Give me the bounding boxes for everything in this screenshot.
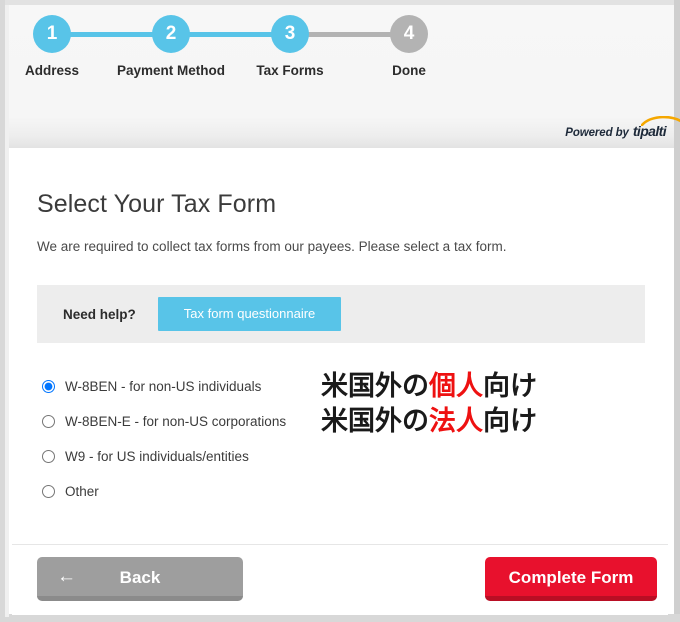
powered-by-text: Powered by <box>565 127 629 139</box>
tax-form-options-row: W-8BEN - for non-US individuals W-8BEN-E… <box>37 367 644 509</box>
step-circle-2: 2 <box>152 15 190 53</box>
step-item-address[interactable]: 1 Address <box>0 15 107 78</box>
complete-form-button[interactable]: Complete Form <box>485 557 657 601</box>
form-card-body: Select Your Tax Form We are required to … <box>12 148 668 544</box>
powered-by-tipalti-logo: Powered by tipalti <box>565 116 680 139</box>
option-w8bene[interactable]: W-8BEN-E - for non-US corporations <box>37 404 309 438</box>
window-border-right <box>674 0 680 622</box>
step-item-done[interactable]: 4 Done <box>354 15 464 78</box>
step-circle-4: 4 <box>390 15 428 53</box>
need-help-label: Need help? <box>63 306 136 322</box>
annotation-individuals: 米国外の個人向け <box>321 369 537 404</box>
back-arrow-icon: ← <box>57 566 76 587</box>
need-help-bar: Need help? Tax form questionnaire <box>37 285 645 343</box>
window-border-bottom <box>0 614 680 622</box>
tipalti-brand-text: tipalti <box>632 123 667 139</box>
option-w9[interactable]: W9 - for US individuals/entities <box>37 439 309 473</box>
annotation-individuals-highlight: 個人 <box>429 371 483 402</box>
tax-form-page: 1 Address 2 Payment Method 3 Tax Forms 4… <box>0 0 680 622</box>
radio-w8ben[interactable] <box>42 379 55 393</box>
tax-form-questionnaire-button[interactable]: Tax form questionnaire <box>157 297 342 331</box>
step-circle-3: 3 <box>271 15 309 53</box>
option-other[interactable]: Other <box>37 474 309 508</box>
form-footer: ← Back Complete Form <box>12 544 668 615</box>
step-label-3: Tax Forms <box>256 63 324 78</box>
japanese-annotations: 米国外の個人向け 米国外の法人向け <box>309 367 537 439</box>
option-label-w8ben[interactable]: W-8BEN - for non-US individuals <box>65 379 261 394</box>
progress-header: 1 Address 2 Payment Method 3 Tax Forms 4… <box>9 5 680 148</box>
annotation-corporations: 米国外の法人向け <box>321 404 537 439</box>
option-label-other[interactable]: Other <box>65 484 99 499</box>
radio-other[interactable] <box>42 484 55 498</box>
tax-form-option-list: W-8BEN - for non-US individuals W-8BEN-E… <box>37 367 309 509</box>
back-button[interactable]: ← Back <box>37 557 243 601</box>
step-label-4: Done <box>392 63 426 78</box>
step-circle-1: 1 <box>33 15 71 53</box>
page-title: Select Your Tax Form <box>37 190 277 218</box>
page-subtitle: We are required to collect tax forms fro… <box>37 239 507 254</box>
option-label-w9[interactable]: W9 - for US individuals/entities <box>65 449 249 464</box>
annotation-individuals-prefix: 米国外の <box>321 371 429 402</box>
annotation-corporations-suffix: 向け <box>483 406 537 437</box>
step-label-1: Address <box>24 63 80 78</box>
step-label-2: Payment Method <box>116 63 225 78</box>
progress-stepper: 1 Address 2 Payment Method 3 Tax Forms 4… <box>9 15 674 85</box>
radio-w9[interactable] <box>42 449 55 463</box>
annotation-corporations-highlight: 法人 <box>429 406 483 437</box>
annotation-individuals-suffix: 向け <box>483 371 537 402</box>
step-item-payment-method[interactable]: 2 Payment Method <box>116 15 226 78</box>
tipalti-wordmark: tipalti <box>632 116 680 139</box>
back-button-label: Back <box>119 568 161 587</box>
option-label-w8bene[interactable]: W-8BEN-E - for non-US corporations <box>65 414 286 429</box>
option-w8ben[interactable]: W-8BEN - for non-US individuals <box>37 369 309 403</box>
radio-w8bene[interactable] <box>42 414 55 428</box>
annotation-corporations-prefix: 米国外の <box>321 406 429 437</box>
step-item-tax-forms[interactable]: 3 Tax Forms <box>235 15 345 78</box>
form-card: Select Your Tax Form We are required to … <box>12 148 668 615</box>
